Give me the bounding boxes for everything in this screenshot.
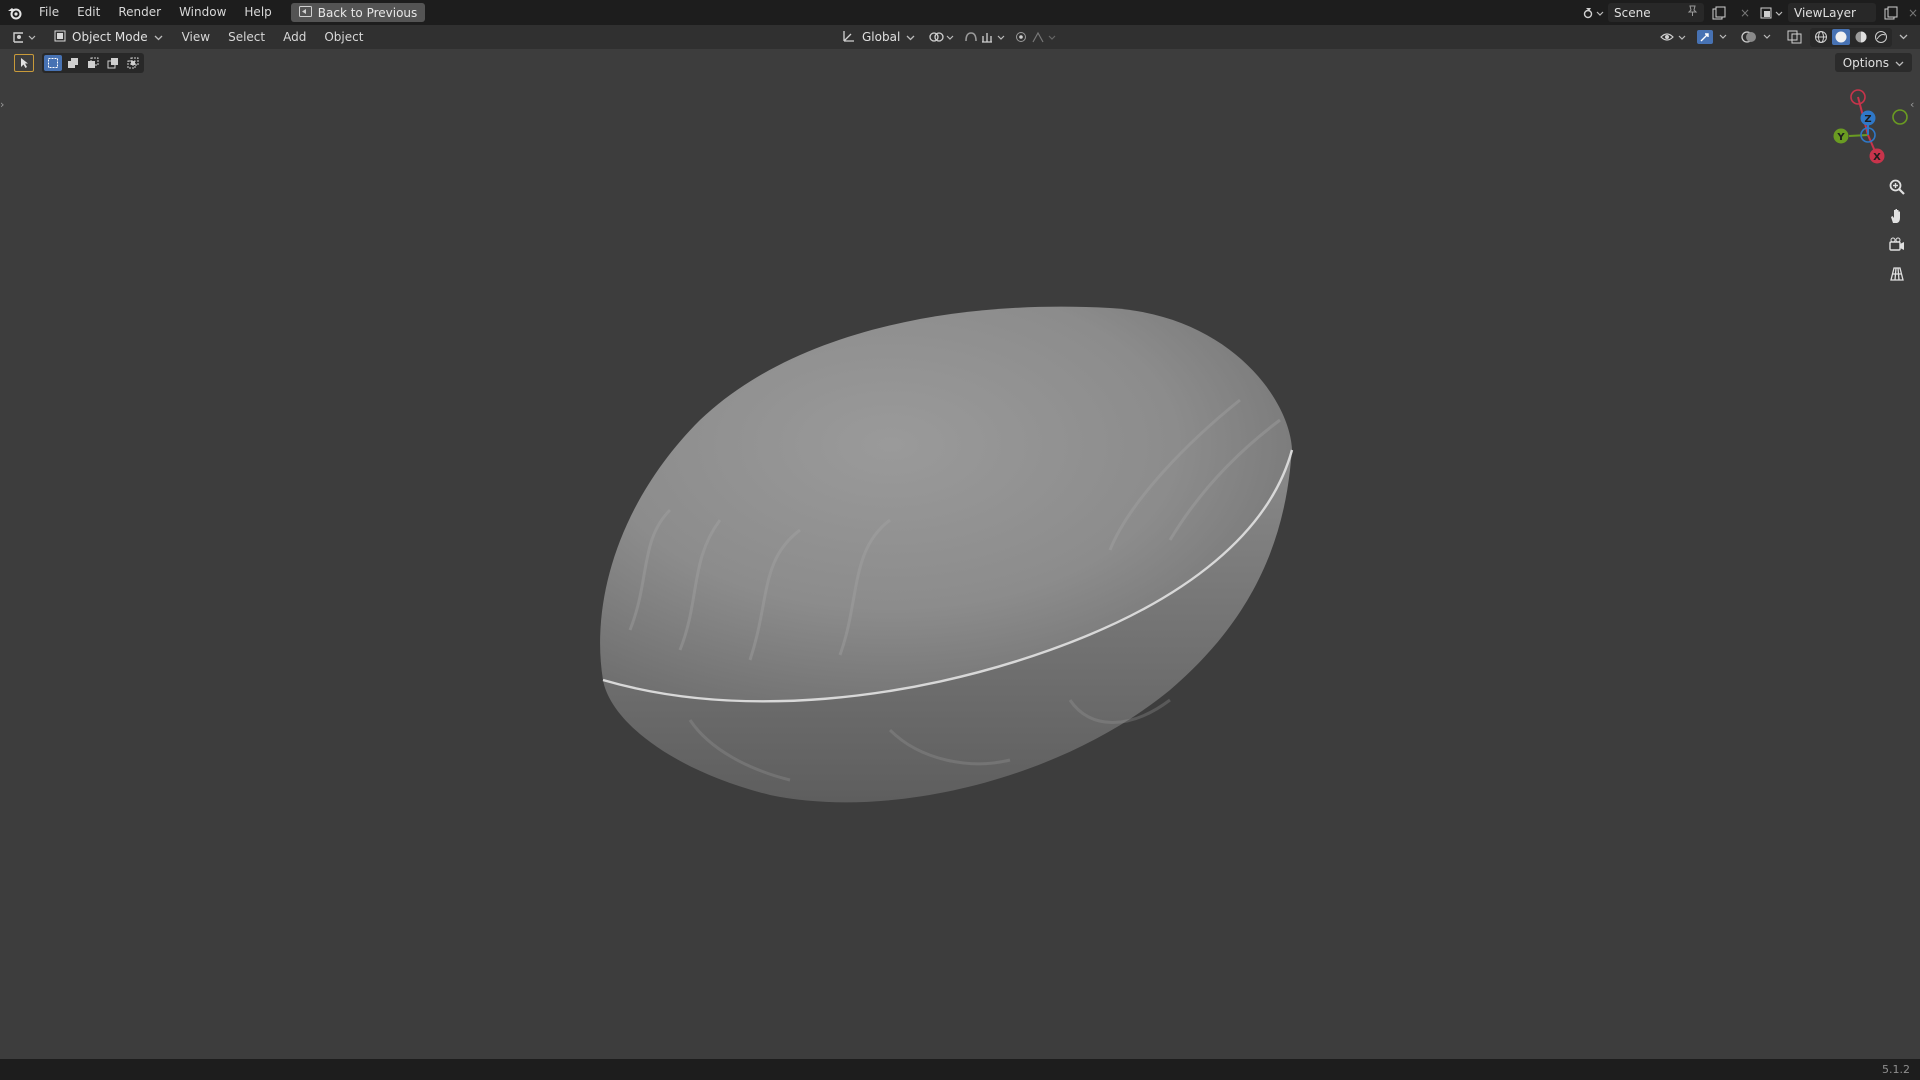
overlay-icon[interactable] <box>1740 28 1780 47</box>
select-new-icon[interactable] <box>44 55 62 71</box>
pivot-icon[interactable] <box>927 28 957 47</box>
version-label: 5.1.2 <box>1882 1063 1910 1076</box>
options-label: Options <box>1842 55 1889 70</box>
x-axis-label: X <box>1873 152 1881 163</box>
menu-window[interactable]: Window <box>170 0 235 25</box>
navigation-gizmo[interactable]: Y Z X <box>1820 86 1910 166</box>
y-axis-label: Y <box>1836 132 1845 143</box>
options-dropdown[interactable]: Options <box>1834 53 1912 72</box>
tool-settings-row <box>12 53 144 73</box>
scene-name: Scene <box>1614 5 1651 20</box>
top-menu-bar: File Edit Render Window Help Back to Pre… <box>0 0 1920 25</box>
header-right-tools <box>1658 25 1910 49</box>
scene-icon[interactable] <box>1582 3 1604 22</box>
chevron-down-icon <box>154 30 163 44</box>
menu-object[interactable]: Object <box>315 25 372 49</box>
pan-hand-icon[interactable] <box>1884 203 1910 229</box>
remove-view-layer-icon[interactable]: × <box>1906 3 1920 22</box>
header-center-tools: Global <box>836 25 1061 49</box>
transform-orientation-label: Global <box>862 30 901 44</box>
remove-scene-icon[interactable]: × <box>1734 3 1756 22</box>
chevron-down-icon <box>1895 56 1904 70</box>
proportional-edit-icon[interactable] <box>1015 28 1061 47</box>
menu-edit[interactable]: Edit <box>68 0 109 25</box>
new-view-layer-icon[interactable] <box>1880 3 1902 22</box>
new-scene-icon[interactable] <box>1708 3 1730 22</box>
view-layer-field[interactable]: ViewLayer <box>1788 3 1876 22</box>
menu-add[interactable]: Add <box>274 25 315 49</box>
negative-y-axis-handle <box>1892 109 1908 125</box>
selection-mode-group <box>42 53 144 73</box>
select-extend-icon[interactable] <box>64 55 82 71</box>
menu-file[interactable]: File <box>30 0 68 25</box>
pin-icon[interactable] <box>1687 5 1698 20</box>
menu-help[interactable]: Help <box>235 0 280 25</box>
select-intersect-icon[interactable] <box>124 55 142 71</box>
toolbar-expand-arrow-icon[interactable]: › <box>0 98 10 118</box>
z-axis-label: Z <box>1864 114 1871 125</box>
camera-view-icon[interactable] <box>1884 232 1910 258</box>
solid-shading-icon[interactable] <box>1832 29 1850 45</box>
snap-icon[interactable] <box>963 28 1009 47</box>
gizmo-icon[interactable] <box>1696 28 1736 47</box>
topbar-right-controls: Scene × ViewLayer × <box>1582 0 1920 25</box>
viewport-header: Object Mode View Select Add Object Globa… <box>0 25 1920 49</box>
zoom-icon[interactable] <box>1884 174 1910 200</box>
active-tool-box <box>12 53 36 73</box>
back-to-previous-label: Back to Previous <box>317 5 418 20</box>
select-tool-icon[interactable] <box>14 54 34 72</box>
xray-icon[interactable] <box>1784 28 1806 47</box>
shading-mode-group <box>1810 27 1892 47</box>
menu-view[interactable]: View <box>173 25 219 49</box>
sidebar-expand-arrow-icon[interactable]: ‹ <box>1910 98 1920 118</box>
status-bar: 5.1.2 <box>0 1059 1920 1080</box>
object-mode-icon <box>54 30 66 45</box>
object-mode-label: Object Mode <box>72 30 148 44</box>
orientation-icon <box>842 29 856 46</box>
menu-render[interactable]: Render <box>109 0 170 25</box>
select-invert-icon[interactable] <box>104 55 122 71</box>
view-layer-icon[interactable] <box>1760 3 1784 22</box>
shading-options-chevron-icon[interactable] <box>1896 28 1910 47</box>
material-shading-icon[interactable] <box>1852 29 1870 45</box>
scene-name-field[interactable]: Scene <box>1608 3 1704 22</box>
chevron-down-icon <box>906 30 915 44</box>
back-icon <box>298 5 312 20</box>
back-to-previous-button[interactable]: Back to Previous <box>290 3 426 22</box>
menu-select[interactable]: Select <box>219 25 274 49</box>
select-subtract-icon[interactable] <box>84 55 102 71</box>
view-layer-name: ViewLayer <box>1794 5 1856 20</box>
object-mode-dropdown[interactable]: Object Mode <box>48 27 169 47</box>
visibility-icon[interactable] <box>1658 28 1692 47</box>
grid-ortho-icon[interactable] <box>1884 261 1910 287</box>
blender-logo-icon[interactable] <box>0 0 30 25</box>
pillow-mesh[interactable] <box>590 300 1350 830</box>
wireframe-shading-icon[interactable] <box>1812 29 1830 45</box>
transform-orientation-dropdown[interactable]: Global <box>836 27 922 47</box>
editor-type-icon[interactable] <box>10 28 40 47</box>
rendered-shading-icon[interactable] <box>1872 29 1890 45</box>
